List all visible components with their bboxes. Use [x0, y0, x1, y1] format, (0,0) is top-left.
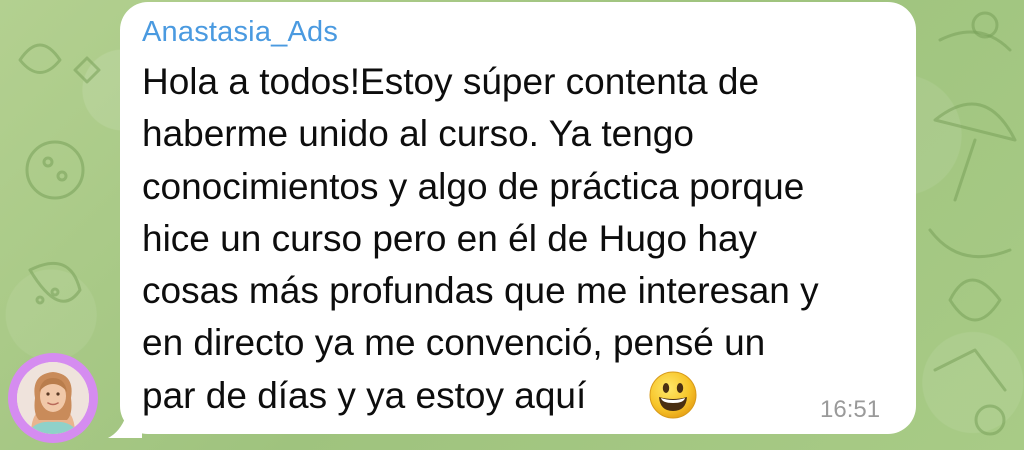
sender-name[interactable]: Anastasia_Ads — [142, 14, 338, 50]
message-bubble[interactable]: Anastasia_Ads Hola a todos!Estoy súper c… — [120, 2, 916, 434]
grinning-face-icon — [649, 371, 697, 419]
message-time: 16:51 — [820, 396, 881, 423]
message-text: Hola a todos!Estoy súper contenta de hab… — [142, 61, 819, 416]
avatar-portrait — [17, 362, 89, 434]
avatar-ring[interactable] — [8, 353, 98, 443]
user-avatar[interactable] — [17, 362, 89, 434]
